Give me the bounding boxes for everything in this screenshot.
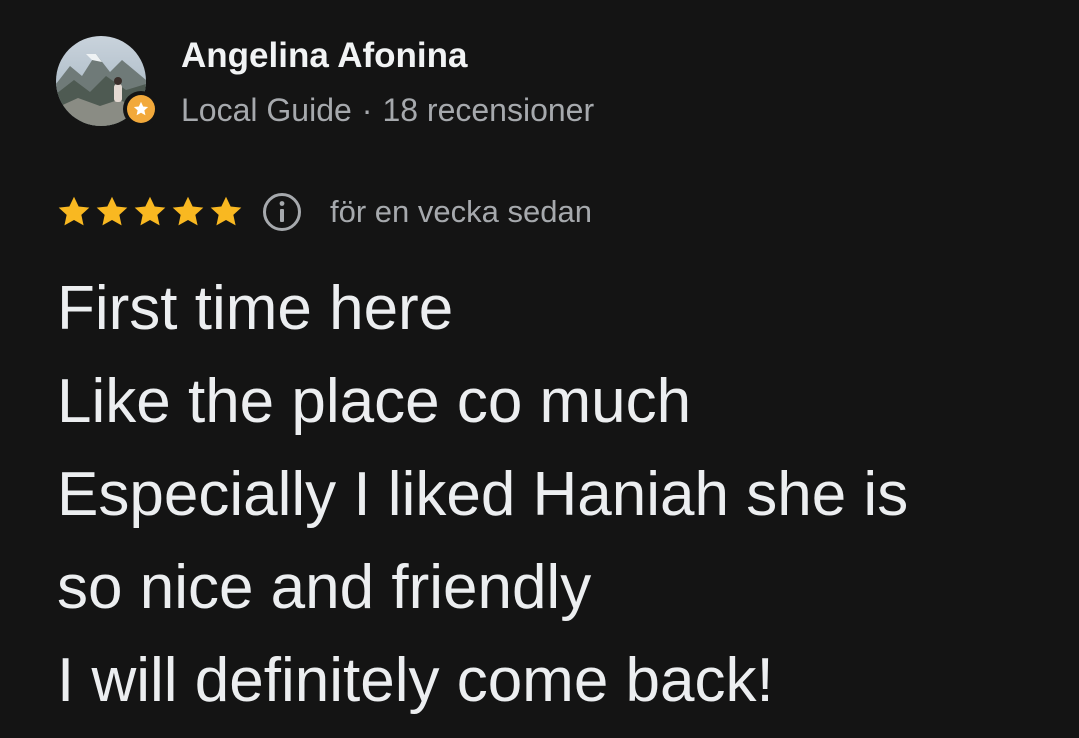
star-icon bbox=[170, 194, 206, 230]
review-card: Angelina Afonina Local Guide · 18 recensio… bbox=[0, 0, 1079, 738]
star-rating bbox=[56, 194, 244, 230]
author-name[interactable]: Angelina Afonina bbox=[181, 36, 467, 76]
author-role: Local Guide bbox=[181, 92, 352, 128]
star-icon bbox=[208, 194, 244, 230]
local-guide-star-icon bbox=[127, 95, 155, 123]
review-text: First time here Like the place co much E… bbox=[57, 274, 909, 715]
star-icon bbox=[56, 194, 92, 230]
review-count: 18 recensioner bbox=[382, 92, 595, 128]
rating-row: för en vecka sedan bbox=[56, 190, 592, 234]
star-icon bbox=[94, 194, 130, 230]
review-date: för en vecka sedan bbox=[330, 194, 592, 229]
author-meta[interactable]: Local Guide · 18 recensioner bbox=[181, 92, 594, 129]
meta-separator: · bbox=[361, 92, 373, 128]
local-guide-badge bbox=[123, 91, 159, 127]
star-icon bbox=[132, 194, 168, 230]
info-icon[interactable] bbox=[261, 191, 303, 233]
